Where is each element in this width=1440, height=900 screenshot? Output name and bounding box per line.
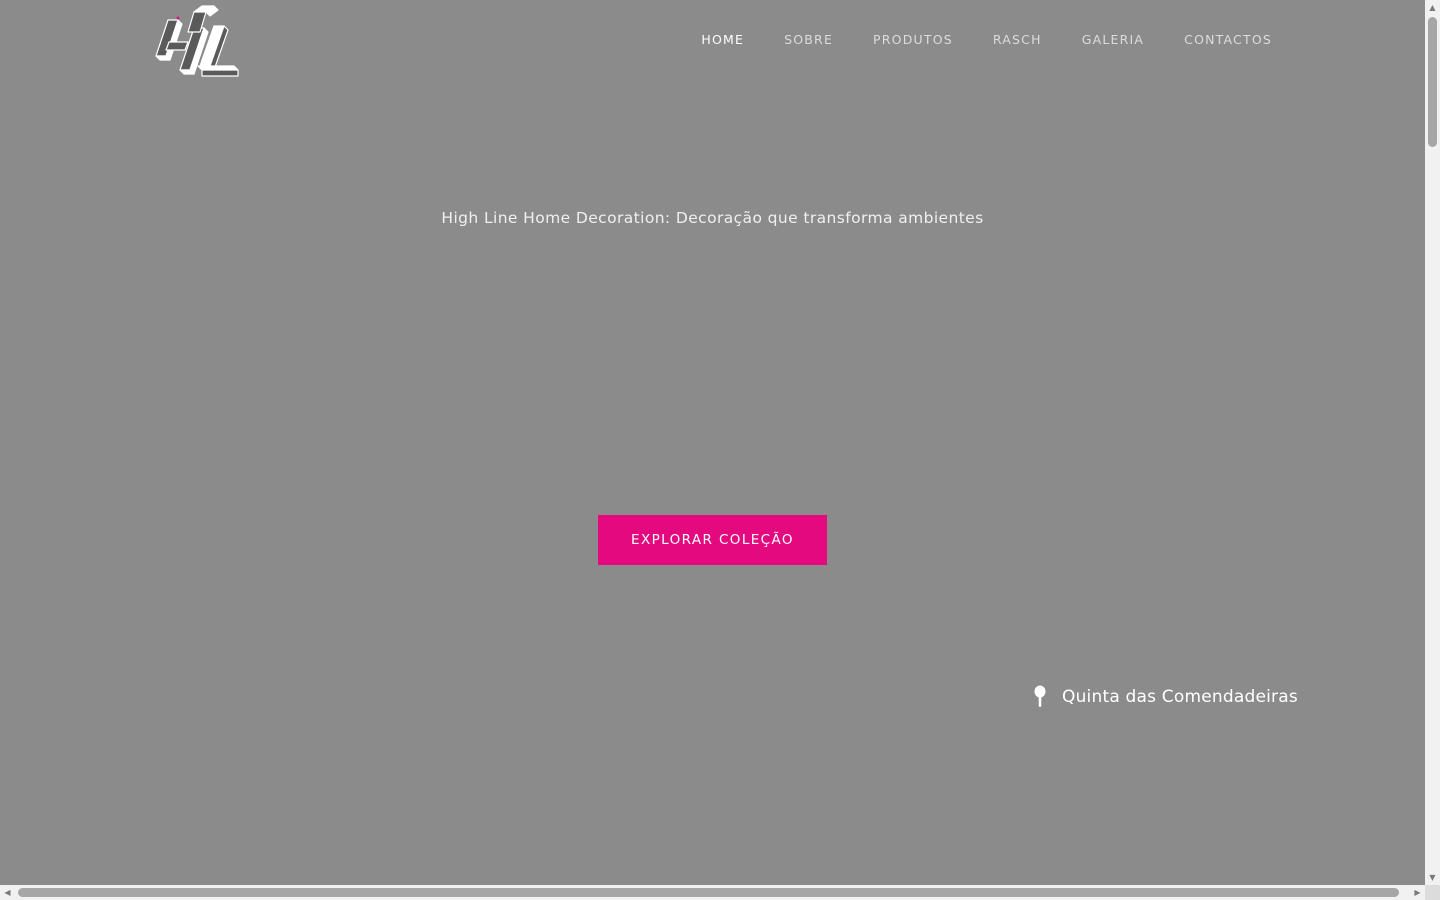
nav-sobre[interactable]: SOBRE bbox=[784, 32, 833, 48]
location-text: Quinta das Comendadeiras bbox=[1062, 687, 1298, 707]
location-link[interactable]: Quinta das Comendadeiras bbox=[1032, 685, 1298, 709]
vertical-scrollbar[interactable]: ▲ ▼ bbox=[1425, 0, 1440, 885]
hl-logo-icon[interactable] bbox=[154, 4, 244, 78]
scrollbar-corner bbox=[1425, 885, 1440, 900]
scroll-down-arrow-icon[interactable]: ▼ bbox=[1425, 870, 1440, 885]
vertical-scroll-thumb[interactable] bbox=[1428, 17, 1437, 147]
scroll-right-arrow-icon[interactable]: ▶ bbox=[1410, 885, 1425, 900]
nav-home[interactable]: HOME bbox=[701, 32, 744, 48]
hero-tagline: High Line Home Decoration: Decoração que… bbox=[441, 209, 984, 227]
horizontal-scrollbar[interactable]: ◀ ▶ bbox=[0, 885, 1425, 900]
nav-rasch[interactable]: RASCH bbox=[993, 32, 1042, 48]
nav-produtos[interactable]: PRODUTOS bbox=[873, 32, 953, 48]
browser-viewport: HOME SOBRE PRODUTOS RASCH GALERIA CONTAC… bbox=[0, 0, 1440, 900]
hero-page: HOME SOBRE PRODUTOS RASCH GALERIA CONTAC… bbox=[0, 0, 1425, 885]
horizontal-scroll-thumb[interactable] bbox=[18, 888, 1399, 897]
map-pin-icon bbox=[1034, 685, 1046, 707]
explore-collection-button[interactable]: EXPLORAR COLEÇÃO bbox=[598, 515, 827, 565]
main-nav: HOME SOBRE PRODUTOS RASCH GALERIA CONTAC… bbox=[661, 32, 1272, 48]
nav-galeria[interactable]: GALERIA bbox=[1082, 32, 1144, 48]
scroll-up-arrow-icon[interactable]: ▲ bbox=[1425, 0, 1440, 15]
nav-contactos[interactable]: CONTACTOS bbox=[1184, 32, 1272, 48]
scroll-left-arrow-icon[interactable]: ◀ bbox=[0, 885, 15, 900]
